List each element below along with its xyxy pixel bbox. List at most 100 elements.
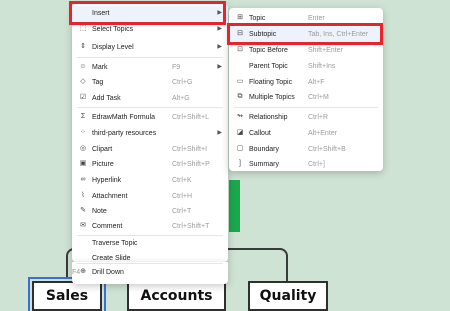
formula-icon: Σ — [80, 113, 86, 120]
menu-item-clipart[interactable]: ◎ Clipart Ctrl+Shift+I — [72, 142, 228, 157]
menu-item-shortcut: F9 — [172, 64, 181, 71]
menu-item-comment[interactable]: ✉ Comment Ctrl+Shift+T — [72, 219, 228, 234]
menu-item-tag[interactable]: ◇ Tag Ctrl+G — [72, 75, 228, 90]
menu-item-label: third-party resources — [92, 130, 157, 137]
submenu-item-label: Parent Topic — [249, 63, 288, 70]
submenu-item-summary[interactable]: ] Summary Ctrl+] — [229, 157, 383, 172]
resources-icon: ⁘ — [80, 129, 86, 136]
menu-item-label: Picture — [92, 161, 114, 168]
menu-item-display-level[interactable]: ⇕ Display Level ▶ — [72, 40, 228, 55]
menu-item-shortcut: Ctrl+Shift+L — [172, 114, 209, 121]
menu-item-note[interactable]: ✎ Note Ctrl+T — [72, 204, 228, 219]
submenu-item-shortcut: Ctrl+M — [308, 94, 329, 101]
menu-separator — [77, 263, 223, 264]
menu-item-shortcut: Ctrl+K — [172, 177, 192, 184]
menu-item-label: Note — [92, 208, 107, 215]
callout-icon: ◪ — [236, 129, 244, 136]
menu-item-label: Display Level — [92, 44, 134, 51]
central-topic-partial[interactable] — [229, 180, 240, 232]
menu-item-label: Add Task — [92, 95, 121, 102]
submenu-item-topic-before[interactable]: ⊡ Topic Before Shift+Enter — [229, 43, 383, 58]
chevron-right-icon: ▶ — [217, 130, 222, 136]
submenu-item-shortcut: Enter — [308, 15, 325, 22]
chevron-right-icon: ▶ — [217, 44, 222, 50]
task-icon: ☑ — [79, 94, 87, 101]
menu-item-label: Clipart — [92, 146, 113, 153]
context-menu: Insert ▶ ⬚ Select Topics ▶ ⇕ Display Lev… — [72, 4, 228, 262]
menu-item-edrawmath-formula[interactable]: Σ EdrawMath Formula Ctrl+Shift+L — [72, 110, 228, 125]
multiple-topics-icon: ⧉ — [237, 93, 243, 100]
drill-down-icon: ⊕ — [80, 268, 86, 275]
submenu-item-shortcut: Ctrl+] — [308, 161, 325, 168]
mark-icon: ☺ — [79, 63, 87, 70]
submenu-item-multiple-topics[interactable]: ⧉ Multiple Topics Ctrl+M — [229, 90, 383, 105]
chevron-right-icon: ▶ — [217, 64, 222, 70]
highlight-box-subtopic — [227, 23, 383, 45]
menu-item-label: Select Topics — [92, 26, 134, 33]
topic-quality[interactable]: Quality — [248, 281, 328, 311]
highlight-box-insert — [69, 1, 226, 25]
menu-item-label: Attachment — [92, 193, 128, 200]
submenu-item-shortcut: Shift+Enter — [308, 47, 343, 54]
submenu-item-boundary[interactable]: ▢ Boundary Ctrl+Shift+B — [229, 142, 383, 157]
floating-topic-icon: ▭ — [236, 78, 244, 85]
submenu-item-shortcut: Ctrl+Shift+B — [308, 146, 346, 153]
menu-item-label: EdrawMath Formula — [92, 114, 156, 121]
menu-item-shortcut: Ctrl+G — [172, 79, 193, 86]
menu-item-label: Drill Down — [92, 269, 124, 276]
menu-item-shortcut: Ctrl+H — [172, 193, 193, 200]
hyperlink-icon: ∞ — [80, 176, 86, 183]
menu-item-shortcut: Ctrl+Shift+P — [172, 161, 210, 168]
submenu-item-shortcut: Alt+F — [308, 79, 325, 86]
submenu-item-label: Boundary — [249, 146, 279, 153]
picture-icon: ▣ — [79, 160, 87, 167]
submenu-item-label: Multiple Topics — [249, 94, 295, 101]
submenu-item-label: Relationship — [249, 114, 288, 121]
menu-item-label: Traverse Topic — [92, 240, 138, 247]
menu-item-traverse-topic[interactable]: Traverse Topic — [72, 236, 228, 251]
clipart-icon: ◎ — [79, 145, 87, 152]
context-menu-bottom: ⊕ Drill Down F4 — [72, 262, 228, 284]
menu-item-label: Create Slide — [92, 255, 131, 262]
submenu-item-label: Callout — [249, 130, 271, 137]
menu-item-attachment[interactable]: ⌇ Attachment Ctrl+H — [72, 189, 228, 204]
summary-icon: ] — [239, 160, 241, 167]
topic-icon: ⊞ — [237, 14, 243, 21]
submenu-item-shortcut: Shift+Ins — [308, 63, 336, 70]
submenu-item-parent-topic[interactable]: Parent Topic Shift+Ins — [229, 59, 383, 74]
menu-item-mark[interactable]: ☺ Mark F9 ▶ — [72, 60, 228, 75]
topic-accounts[interactable]: Accounts — [127, 281, 226, 311]
boundary-icon: ▢ — [236, 145, 244, 152]
submenu-item-relationship[interactable]: ↬ Relationship Ctrl+R — [229, 110, 383, 125]
display-level-icon: ⇕ — [80, 43, 86, 50]
menu-separator — [77, 107, 223, 108]
topic-sales[interactable]: Sales — [32, 281, 102, 311]
menu-item-label: Comment — [92, 223, 123, 230]
menu-separator — [234, 107, 378, 108]
menu-separator — [77, 57, 223, 58]
menu-item-label: Mark — [92, 64, 108, 71]
menu-item-add-task[interactable]: ☑ Add Task Alt+G — [72, 91, 228, 106]
comment-icon: ✉ — [80, 222, 86, 229]
note-icon: ✎ — [80, 207, 86, 214]
menu-item-shortcut: Ctrl+Shift+T — [172, 223, 210, 230]
relationship-icon: ↬ — [237, 113, 243, 120]
menu-item-shortcut: Ctrl+Shift+I — [172, 146, 208, 153]
menu-item-label: Hyperlink — [92, 177, 122, 184]
menu-item-drill-down[interactable]: ⊕ Drill Down F4 — [72, 265, 228, 280]
menu-item-third-party-resources[interactable]: ⁘ third-party resources ▶ — [72, 126, 228, 141]
submenu-item-floating-topic[interactable]: ▭ Floating Topic Alt+F — [229, 75, 383, 90]
submenu-item-label: Floating Topic — [249, 79, 293, 86]
submenu-item-label: Summary — [249, 161, 279, 168]
menu-item-shortcut: Ctrl+T — [172, 208, 192, 215]
submenu-item-shortcut: Alt+Enter — [308, 130, 337, 137]
select-icon: ⬚ — [79, 25, 87, 32]
menu-item-hyperlink[interactable]: ∞ Hyperlink Ctrl+K — [72, 173, 228, 188]
submenu-item-label: Topic — [249, 15, 266, 22]
tag-icon: ◇ — [80, 78, 86, 85]
attachment-icon: ⌇ — [81, 192, 85, 199]
menu-item-shortcut: Alt+G — [172, 95, 190, 102]
menu-item-shortcut: F4 — [72, 269, 81, 276]
submenu-item-callout[interactable]: ◪ Callout Alt+Enter — [229, 126, 383, 141]
menu-item-picture[interactable]: ▣ Picture Ctrl+Shift+P — [72, 157, 228, 172]
